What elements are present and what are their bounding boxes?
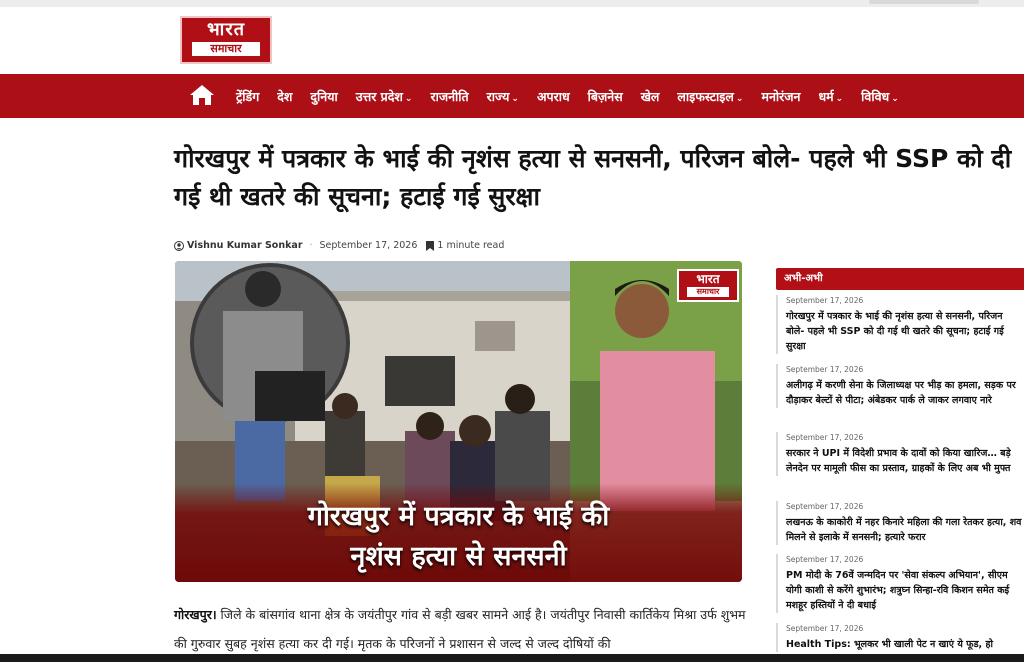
nav-item-label: देश (277, 88, 293, 104)
site-logo[interactable]: भारत समाचार (180, 16, 272, 64)
browser-top-strip (0, 0, 1024, 7)
nav-item-label: अपराध (536, 88, 570, 104)
read-time: 1 minute read (437, 240, 505, 251)
nav-item[interactable]: विविध ⌄ (861, 88, 899, 105)
lead-text: जिले के बांसगांव थाना क्षेत्र के जयंतीपु… (174, 607, 746, 651)
nav-item[interactable]: राजनीति (430, 88, 468, 105)
user-icon (174, 240, 184, 251)
nav-item[interactable]: धर्म ⌄ (818, 88, 843, 105)
badge-line1: भारत (696, 272, 720, 286)
nav-item-label: बिज़नेस (587, 88, 623, 104)
bottom-strip (0, 654, 1024, 662)
article-title: गोरखपुर में पत्रकार के भाई की नृशंस हत्य… (174, 144, 1012, 211)
sidebar-item-title: Health Tips: भूलकर भी खाली पेट न खाएं ये… (786, 639, 993, 650)
nav-item-label: राजनीति (430, 88, 469, 104)
sidebar-item-title: सरकार ने UPI में विदेशी प्रभाव के दावों … (786, 448, 1011, 474)
nav-item[interactable]: ट्रेंडिंग (236, 88, 259, 105)
sidebar-news-item[interactable]: September 17, 2026 सरकार ने UPI में विदेश… (776, 432, 1024, 476)
hero-caption-line2: नृशंस हत्या से सनसनी (350, 541, 567, 572)
hero-logo-badge: भारत समाचार (677, 269, 739, 302)
nav-item[interactable]: बिज़नेस (588, 88, 623, 105)
chevron-down-icon: ⌄ (404, 93, 413, 104)
sidebar-item-title: गोरखपुर में पत्रकार के भाई की नृशंस हत्य… (786, 311, 1004, 352)
sidebar-item-date: September 17, 2026 (786, 365, 864, 374)
nav-item[interactable]: दुनिया (310, 88, 337, 105)
sidebar-item-title: PM मोदी के 76वें जन्मदिन पर 'सेवा संकल्प… (786, 570, 1010, 611)
nav-item-label: विविध (861, 88, 890, 104)
sidebar-news-item[interactable]: September 17, 2026 PM मोदी के 76वें जन्मद… (776, 554, 1024, 613)
nav-item-label: धर्म (818, 88, 834, 104)
nav-item[interactable]: राज्य ⌄ (487, 88, 519, 105)
nav-item-label: ट्रेंडिंग (236, 88, 260, 104)
logo-line2: समाचार (192, 42, 260, 56)
nav-item[interactable]: खेल (641, 88, 660, 105)
nav-item-label: उत्तर प्रदेश (355, 88, 403, 104)
hero-image: भारत समाचार गोरखपुर में पत्रकार के भाई क… (175, 261, 742, 582)
chevron-down-icon: ⌄ (891, 93, 899, 104)
home-icon[interactable] (189, 84, 215, 106)
nav-item-label: लाइफस्टाइल (677, 88, 734, 104)
nav-list: ट्रेंडिंग देश दुनिया उत्तर प्रदेश ⌄ राजनीति रा… (236, 74, 917, 118)
article-meta: Vishnu Kumar Sonkar · September 17, 2026… (174, 240, 504, 251)
sidebar-item-date: September 17, 2026 (786, 296, 864, 305)
chevron-down-icon: ⌄ (735, 93, 744, 104)
sidebar-item-date: September 17, 2026 (786, 624, 864, 633)
sidebar-news-item[interactable]: September 17, 2026 अलीगढ़ में करणी सेना क… (776, 364, 1024, 408)
nav-item[interactable]: देश (277, 88, 292, 105)
browser-scroll-pill (869, 0, 979, 4)
nav-item-label: दुनिया (310, 88, 338, 104)
sidebar-item-date: September 17, 2026 (786, 433, 864, 442)
lead-location: गोरखपुर। (174, 607, 217, 622)
sidebar-heading: अभी-अभी (776, 268, 1024, 290)
chevron-down-icon: ⌄ (511, 93, 519, 104)
nav-item-label: राज्य (486, 88, 510, 104)
nav-item[interactable]: उत्तर प्रदेश ⌄ (356, 88, 413, 105)
chevron-down-icon: ⌄ (835, 93, 844, 104)
sidebar-news-item[interactable]: September 17, 2026 लखनऊ के काकोरी में नहर… (776, 501, 1024, 545)
bookmark-icon (426, 240, 435, 251)
sidebar-item-date: September 17, 2026 (786, 502, 864, 511)
latest-news-sidebar: अभी-अभी September 17, 2026 गोरखपुर में पत… (776, 268, 1024, 652)
logo-line1: भारत (207, 19, 245, 40)
sidebar-item-title: लखनऊ के काकोरी में नहर किनारे महिला की ग… (786, 517, 1022, 543)
main-nav: ट्रेंडिंग देश दुनिया उत्तर प्रदेश ⌄ राजनीति रा… (0, 74, 1024, 118)
nav-item-label: मनोरंजन (761, 88, 801, 104)
nav-item-label: खेल (640, 88, 660, 104)
author-link[interactable]: Vishnu Kumar Sonkar (187, 240, 303, 251)
nav-item[interactable]: लाइफस्टाइल ⌄ (677, 88, 743, 105)
article-body: गोरखपुर। जिले के बांसगांव थाना क्षेत्र क… (174, 600, 749, 658)
sidebar-item-date: September 17, 2026 (786, 555, 864, 564)
hero-caption-line1: गोरखपुर में पत्रकार के भाई की (307, 501, 610, 532)
nav-item[interactable]: मनोरंजन (761, 88, 800, 105)
sidebar-news-item[interactable]: September 17, 2026 गोरखपुर में पत्रकार के… (776, 295, 1024, 354)
meta-separator: · (309, 240, 313, 251)
hero-caption: गोरखपुर में पत्रकार के भाई की नृशंस हत्य… (175, 497, 742, 577)
badge-line2: समाचार (687, 287, 729, 297)
nav-item[interactable]: अपराध (537, 88, 570, 105)
sidebar-news-item[interactable]: September 17, 2026 Health Tips: भूलकर भी … (776, 623, 1024, 652)
sidebar-item-title: अलीगढ़ में करणी सेना के जिलाध्यक्ष पर भी… (786, 380, 1016, 406)
publish-date: September 17, 2026 (319, 240, 418, 251)
